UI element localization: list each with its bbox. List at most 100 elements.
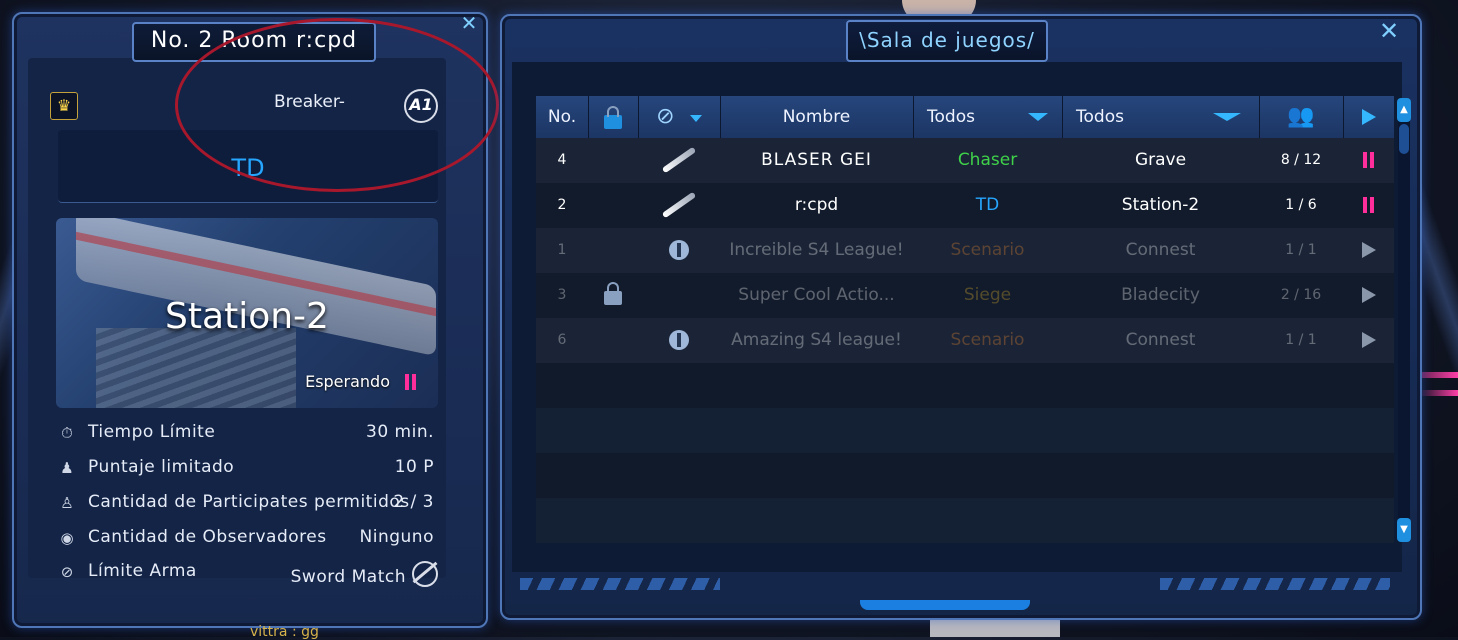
info-row-time-limit: ⏱ Tiempo Límite 30 min. <box>58 422 438 446</box>
pause-icon <box>1362 197 1376 213</box>
info-label: Cantidad de Participates permitidos <box>88 492 410 512</box>
empty-row <box>536 498 1394 543</box>
row-number: 1 <box>557 242 567 258</box>
row-number: 4 <box>557 152 567 168</box>
stopwatch-icon: ⏱ <box>61 424 73 442</box>
status-pause-icon <box>404 374 418 390</box>
table-row[interactable]: 3 Super Cool Actio... Siege Bladecity 2 … <box>536 273 1394 318</box>
play-icon <box>1361 332 1376 348</box>
row-players: 1 / 1 <box>1285 242 1317 258</box>
table-header: No. ⊘ Nombre Todos Todos 👥 <box>536 96 1394 138</box>
info-value: Sword Match <box>290 567 406 587</box>
scroll-up-button[interactable]: ▲ <box>1397 98 1411 122</box>
row-players: 1 / 6 <box>1285 197 1317 213</box>
info-row-observers: ◉ Cantidad de Observadores Ninguno <box>58 527 438 551</box>
info-value: 30 min. <box>366 422 434 442</box>
info-label: Puntaje limitado <box>88 457 235 477</box>
room-title: No. 2 Room r:cpd <box>132 22 376 62</box>
lock-icon <box>604 106 622 129</box>
table-row[interactable]: 1 Increible S4 League! Scenario Connest … <box>536 228 1394 273</box>
room-mode-box: TD <box>58 130 438 203</box>
panel-bottom-glow <box>860 600 1030 610</box>
row-mode: Scenario <box>950 240 1025 260</box>
ban-icon: ⊘ <box>656 104 675 129</box>
info-row-weapon-limit: ⊘ Límite Arma Sword Match <box>58 561 438 587</box>
info-value: Ninguno <box>359 527 434 547</box>
row-status <box>1343 183 1394 228</box>
column-restriction[interactable]: ⊘ <box>638 96 721 138</box>
row-weapon-icon <box>638 138 720 183</box>
row-number: 2 <box>557 197 567 213</box>
info-row-score-limit: ♟ Puntaje limitado 10 P <box>58 457 438 481</box>
knife-icon <box>661 146 697 174</box>
game-list-title: \Sala de juegos/ <box>846 20 1048 62</box>
room-mode: TD <box>231 154 265 182</box>
background-neon-strip <box>1418 390 1458 396</box>
info-label: Cantidad de Observadores <box>88 527 327 547</box>
knife-icon <box>661 191 697 219</box>
table-row[interactable]: 2 r:cpd TD Station-2 1 / 6 <box>536 183 1394 228</box>
column-number[interactable]: No. <box>536 96 589 138</box>
row-status <box>1343 273 1394 318</box>
row-players: 8 / 12 <box>1280 152 1322 168</box>
eye-icon: ◉ <box>60 529 74 547</box>
row-number: 6 <box>557 332 567 348</box>
row-players: 1 / 1 <box>1285 332 1317 348</box>
mode-filter-label: Todos <box>927 107 975 127</box>
scenario-icon <box>669 240 689 260</box>
row-name: Increible S4 League! <box>729 240 904 260</box>
chat-message: vittra : gg <box>250 624 319 640</box>
room-status: Esperando <box>305 372 390 391</box>
map-filter-label: Todos <box>1076 107 1124 127</box>
rank-badge-icon: A1 <box>404 89 438 123</box>
map-stairs-image <box>96 328 296 408</box>
info-label: Límite Arma <box>88 561 197 581</box>
row-map: Station-2 <box>1121 195 1200 215</box>
column-players[interactable]: 👥 <box>1259 96 1344 138</box>
row-name: Amazing S4 league! <box>731 330 902 350</box>
row-map: Grave <box>1134 150 1187 170</box>
table-row[interactable]: 4 BLASER GEI Chaser Grave 8 / 12 <box>536 138 1394 183</box>
decorative-stripes <box>520 578 720 590</box>
row-status <box>1343 138 1394 183</box>
column-status[interactable] <box>1343 96 1394 138</box>
row-name: r:cpd <box>794 195 839 215</box>
row-players: 2 / 16 <box>1280 287 1322 303</box>
empty-row <box>536 408 1394 453</box>
column-lock[interactable] <box>588 96 639 138</box>
row-mode: TD <box>975 195 1000 215</box>
scroll-down-button[interactable]: ▼ <box>1397 518 1411 542</box>
person-icon: ♙ <box>60 494 74 512</box>
play-icon <box>1361 242 1376 258</box>
table-row[interactable]: 6 Amazing S4 league! Scenario Connest 1 … <box>536 318 1394 363</box>
chevron-down-icon <box>1213 113 1241 121</box>
game-list-table: No. ⊘ Nombre Todos Todos 👥 4 BLASER GEI … <box>536 96 1394 543</box>
row-status <box>1343 228 1394 273</box>
row-mode: Chaser <box>957 150 1018 170</box>
column-name[interactable]: Nombre <box>720 96 914 138</box>
ban-icon: ⊘ <box>60 563 74 581</box>
row-status <box>1343 318 1394 363</box>
mode-filter-dropdown[interactable]: Todos <box>913 96 1063 138</box>
row-weapon-icon <box>638 318 720 363</box>
info-value: 10 P <box>394 457 434 477</box>
row-map: Bladecity <box>1121 285 1200 305</box>
scrollbar-thumb[interactable] <box>1399 124 1409 154</box>
row-number: 3 <box>557 287 567 303</box>
lock-icon <box>604 282 622 305</box>
game-list-close-icon[interactable]: ✕ <box>1378 19 1400 43</box>
row-map: Connest <box>1125 240 1196 260</box>
host-crown-icon: ♛ <box>50 92 78 120</box>
map-filter-dropdown[interactable]: Todos <box>1062 96 1260 138</box>
room-close-icon[interactable]: ✕ <box>458 12 480 34</box>
map-name: Station-2 <box>165 296 329 337</box>
empty-row <box>536 453 1394 498</box>
empty-row <box>536 363 1394 408</box>
decorative-stripes <box>1160 578 1390 590</box>
play-icon <box>1361 287 1376 303</box>
scrollbar-track[interactable] <box>1398 98 1410 542</box>
players-icon: 👥 <box>1287 104 1315 129</box>
chevron-down-icon <box>689 114 702 122</box>
info-label: Tiempo Límite <box>88 422 216 442</box>
play-icon <box>1361 109 1376 125</box>
